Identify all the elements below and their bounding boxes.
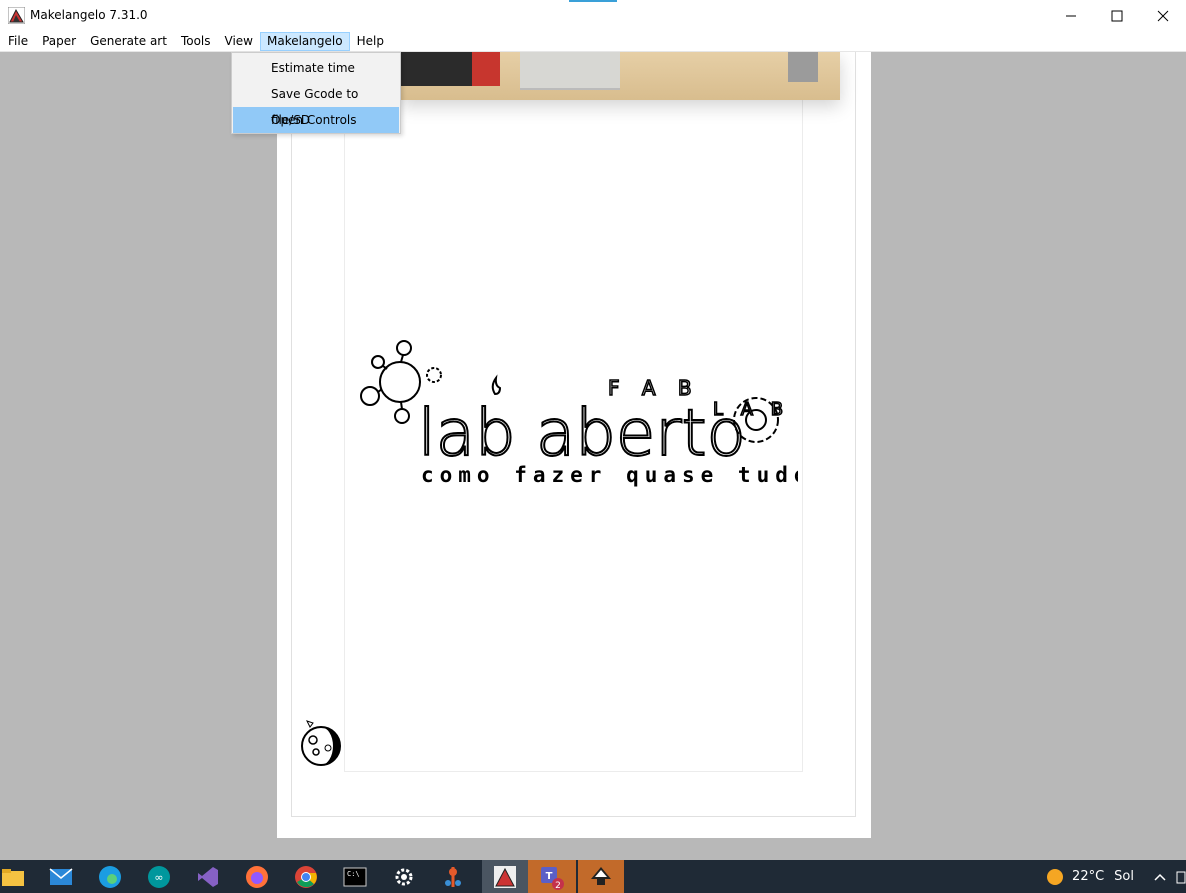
menu-makelangelo[interactable]: Makelangelo xyxy=(259,31,350,51)
artwork-fab-text: F A B xyxy=(608,376,700,400)
teams-badge: 2 xyxy=(555,881,561,890)
arduino-icon[interactable]: ∞ xyxy=(146,864,172,890)
settings-gear-icon[interactable] xyxy=(391,864,417,890)
menu-item-estimate-time[interactable]: Estimate time xyxy=(233,55,399,81)
artwork-main-text: lab aberto xyxy=(418,397,746,471)
weather-condition[interactable]: Sol xyxy=(1114,869,1134,884)
artwork-lab-text: L A B xyxy=(713,399,789,420)
maximize-icon xyxy=(1111,10,1123,21)
menu-item-open-controls[interactable]: Open Controls xyxy=(233,107,399,133)
mail-icon[interactable] xyxy=(48,864,74,890)
svg-text:∞: ∞ xyxy=(154,871,163,884)
inkscape-icon[interactable] xyxy=(588,864,614,890)
menu-file[interactable]: File xyxy=(1,32,35,51)
drawing-canvas[interactable]: lab aberto F A B L A B como fazer quase … xyxy=(0,52,1186,860)
teams-icon[interactable]: T2 xyxy=(539,864,565,890)
system-tray: 22°C Sol xyxy=(1046,860,1186,893)
machine-motor xyxy=(788,52,818,82)
plotter-machine-top xyxy=(400,52,840,100)
edge-icon[interactable] xyxy=(97,864,123,890)
close-button[interactable] xyxy=(1140,0,1186,31)
windows-taskbar: ∞ C:\ T2 22°C Sol xyxy=(0,860,1186,893)
menu-view[interactable]: View xyxy=(218,32,260,51)
terminal-icon[interactable]: C:\ xyxy=(342,864,368,890)
makelangelo-dropdown-menu: Estimate time Save Gcode to file/SD Open… xyxy=(231,52,401,134)
minimize-button[interactable] xyxy=(1048,0,1094,31)
menu-generate-art[interactable]: Generate art xyxy=(83,32,174,51)
artwork-lab-aberto: lab aberto F A B L A B como fazer quase … xyxy=(360,340,798,487)
makelangelo-taskbar-icon[interactable] xyxy=(492,864,518,890)
chevron-up-icon[interactable] xyxy=(1154,872,1166,882)
machine-red-board xyxy=(472,52,500,86)
machine-controller-board xyxy=(520,52,620,90)
menu-item-save-gcode[interactable]: Save Gcode to file/SD xyxy=(233,81,399,127)
svg-text:C:\: C:\ xyxy=(347,870,360,878)
firefox-icon[interactable] xyxy=(244,864,270,890)
sun-weather-icon xyxy=(1047,868,1064,885)
moon-logo-icon xyxy=(301,720,341,766)
weather-temp[interactable]: 22°C xyxy=(1072,869,1104,884)
title-bar: Makelangelo 7.31.0 xyxy=(0,0,1186,31)
makelangelo-app-icon xyxy=(8,7,25,24)
network-icon[interactable] xyxy=(1176,870,1186,884)
maximize-button[interactable] xyxy=(1094,0,1140,31)
close-icon xyxy=(1157,10,1169,21)
menu-tools[interactable]: Tools xyxy=(174,32,218,51)
git-app-icon[interactable] xyxy=(440,864,466,890)
minimize-icon xyxy=(1066,15,1076,16)
menu-help[interactable]: Help xyxy=(350,32,391,51)
visual-studio-icon[interactable] xyxy=(195,864,221,890)
menu-bar: File Paper Generate art Tools View Makel… xyxy=(0,31,1186,52)
svg-text:T: T xyxy=(546,871,553,882)
window-title: Makelangelo 7.31.0 xyxy=(30,8,148,22)
chrome-icon[interactable] xyxy=(293,864,319,890)
file-explorer-icon[interactable] xyxy=(0,864,26,890)
title-accent-line xyxy=(569,0,617,2)
artwork-sub-text: como fazer quase tudo xyxy=(421,463,798,487)
menu-paper[interactable]: Paper xyxy=(35,32,83,51)
